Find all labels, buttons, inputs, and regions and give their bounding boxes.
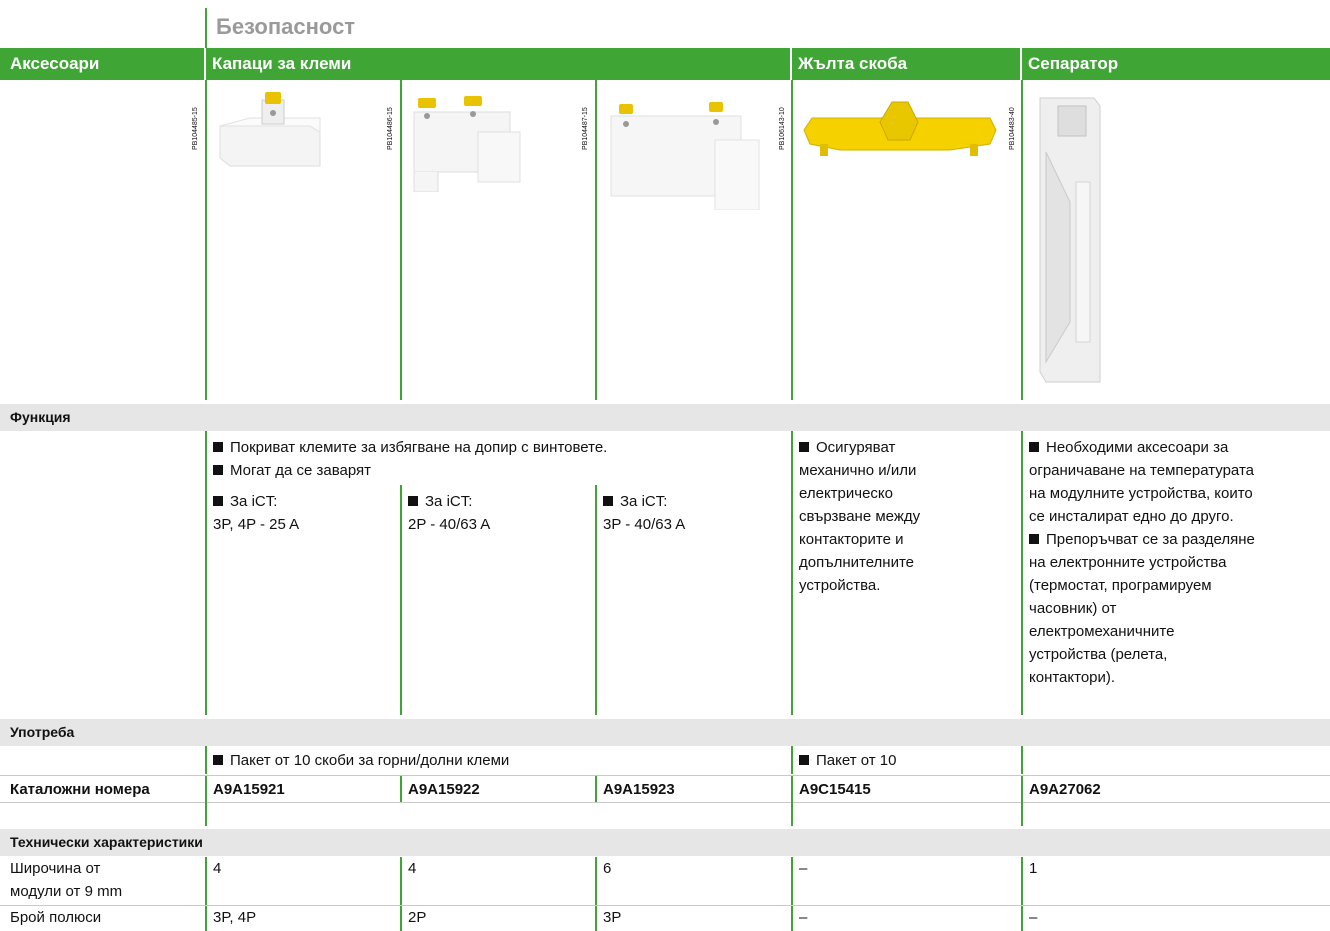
function-label: Функция	[10, 409, 71, 425]
covers-function-line: Покриват клемите за избягване на допир с…	[213, 436, 607, 459]
covers-function-line: Могат да се заварят	[213, 459, 371, 482]
header-accessories: Аксесоари	[10, 54, 100, 73]
cover1-spec: За iCT: 3P, 4P - 25 A	[213, 493, 300, 533]
width-value: –	[799, 860, 808, 877]
header-yellow-clip: Жълта скоба	[798, 54, 908, 73]
width-value: 1	[1029, 860, 1038, 877]
separator-image	[1039, 97, 1101, 383]
yellow-clip-image	[803, 101, 997, 156]
image-code: PB106143-10	[779, 107, 786, 150]
cover3-spec: За iCT: 3P - 40/63 A	[603, 493, 686, 533]
image-code: PB104486-15	[387, 107, 394, 150]
catalog-number: A9C15415	[799, 781, 871, 798]
section-title: Безопасност	[216, 14, 356, 39]
width-label: Широчина от модули от 9 mm	[10, 860, 123, 900]
terminal-cover-image-2	[413, 96, 521, 192]
tech-label: Технически характеристики	[10, 834, 203, 850]
image-code: PB104483-40	[1009, 107, 1016, 150]
image-code: PB104487-15	[582, 107, 589, 150]
width-value: 6	[603, 860, 612, 877]
usage-covers: Пакет от 10 скоби за горни/долни клеми	[213, 749, 509, 772]
poles-value: 2P	[408, 909, 427, 926]
poles-value: 3P	[603, 909, 622, 926]
usage-label: Употреба	[10, 724, 75, 740]
poles-label: Брой полюси	[10, 909, 102, 926]
poles-value: 3P, 4P	[213, 909, 257, 926]
catalog-number: A9A15922	[408, 781, 480, 798]
catalog-number: A9A27062	[1029, 781, 1101, 798]
header-separator: Сепаратор	[1028, 54, 1119, 73]
usage-clip: Пакет от 10	[799, 749, 896, 772]
terminal-cover-image-1	[219, 92, 321, 167]
cover2-spec: За iCT: 2P - 40/63 A	[408, 493, 491, 533]
header-terminal-covers: Капаци за клеми	[212, 54, 352, 73]
clip-function-text: Осигуряват механично и/или електрическо …	[799, 439, 921, 594]
catalog-label: Каталожни номера	[10, 781, 150, 798]
terminal-cover-image-3	[610, 102, 760, 210]
catalog-number: A9A15923	[603, 781, 675, 798]
image-code: PB104485-15	[192, 107, 199, 150]
poles-value: –	[1029, 909, 1038, 926]
catalog-number: A9A15921	[213, 781, 285, 798]
separator-function-text: Необходими аксесоари за ограничаване на …	[1029, 439, 1255, 686]
width-value: 4	[213, 860, 222, 877]
poles-value: –	[799, 909, 808, 926]
width-value: 4	[408, 860, 417, 877]
